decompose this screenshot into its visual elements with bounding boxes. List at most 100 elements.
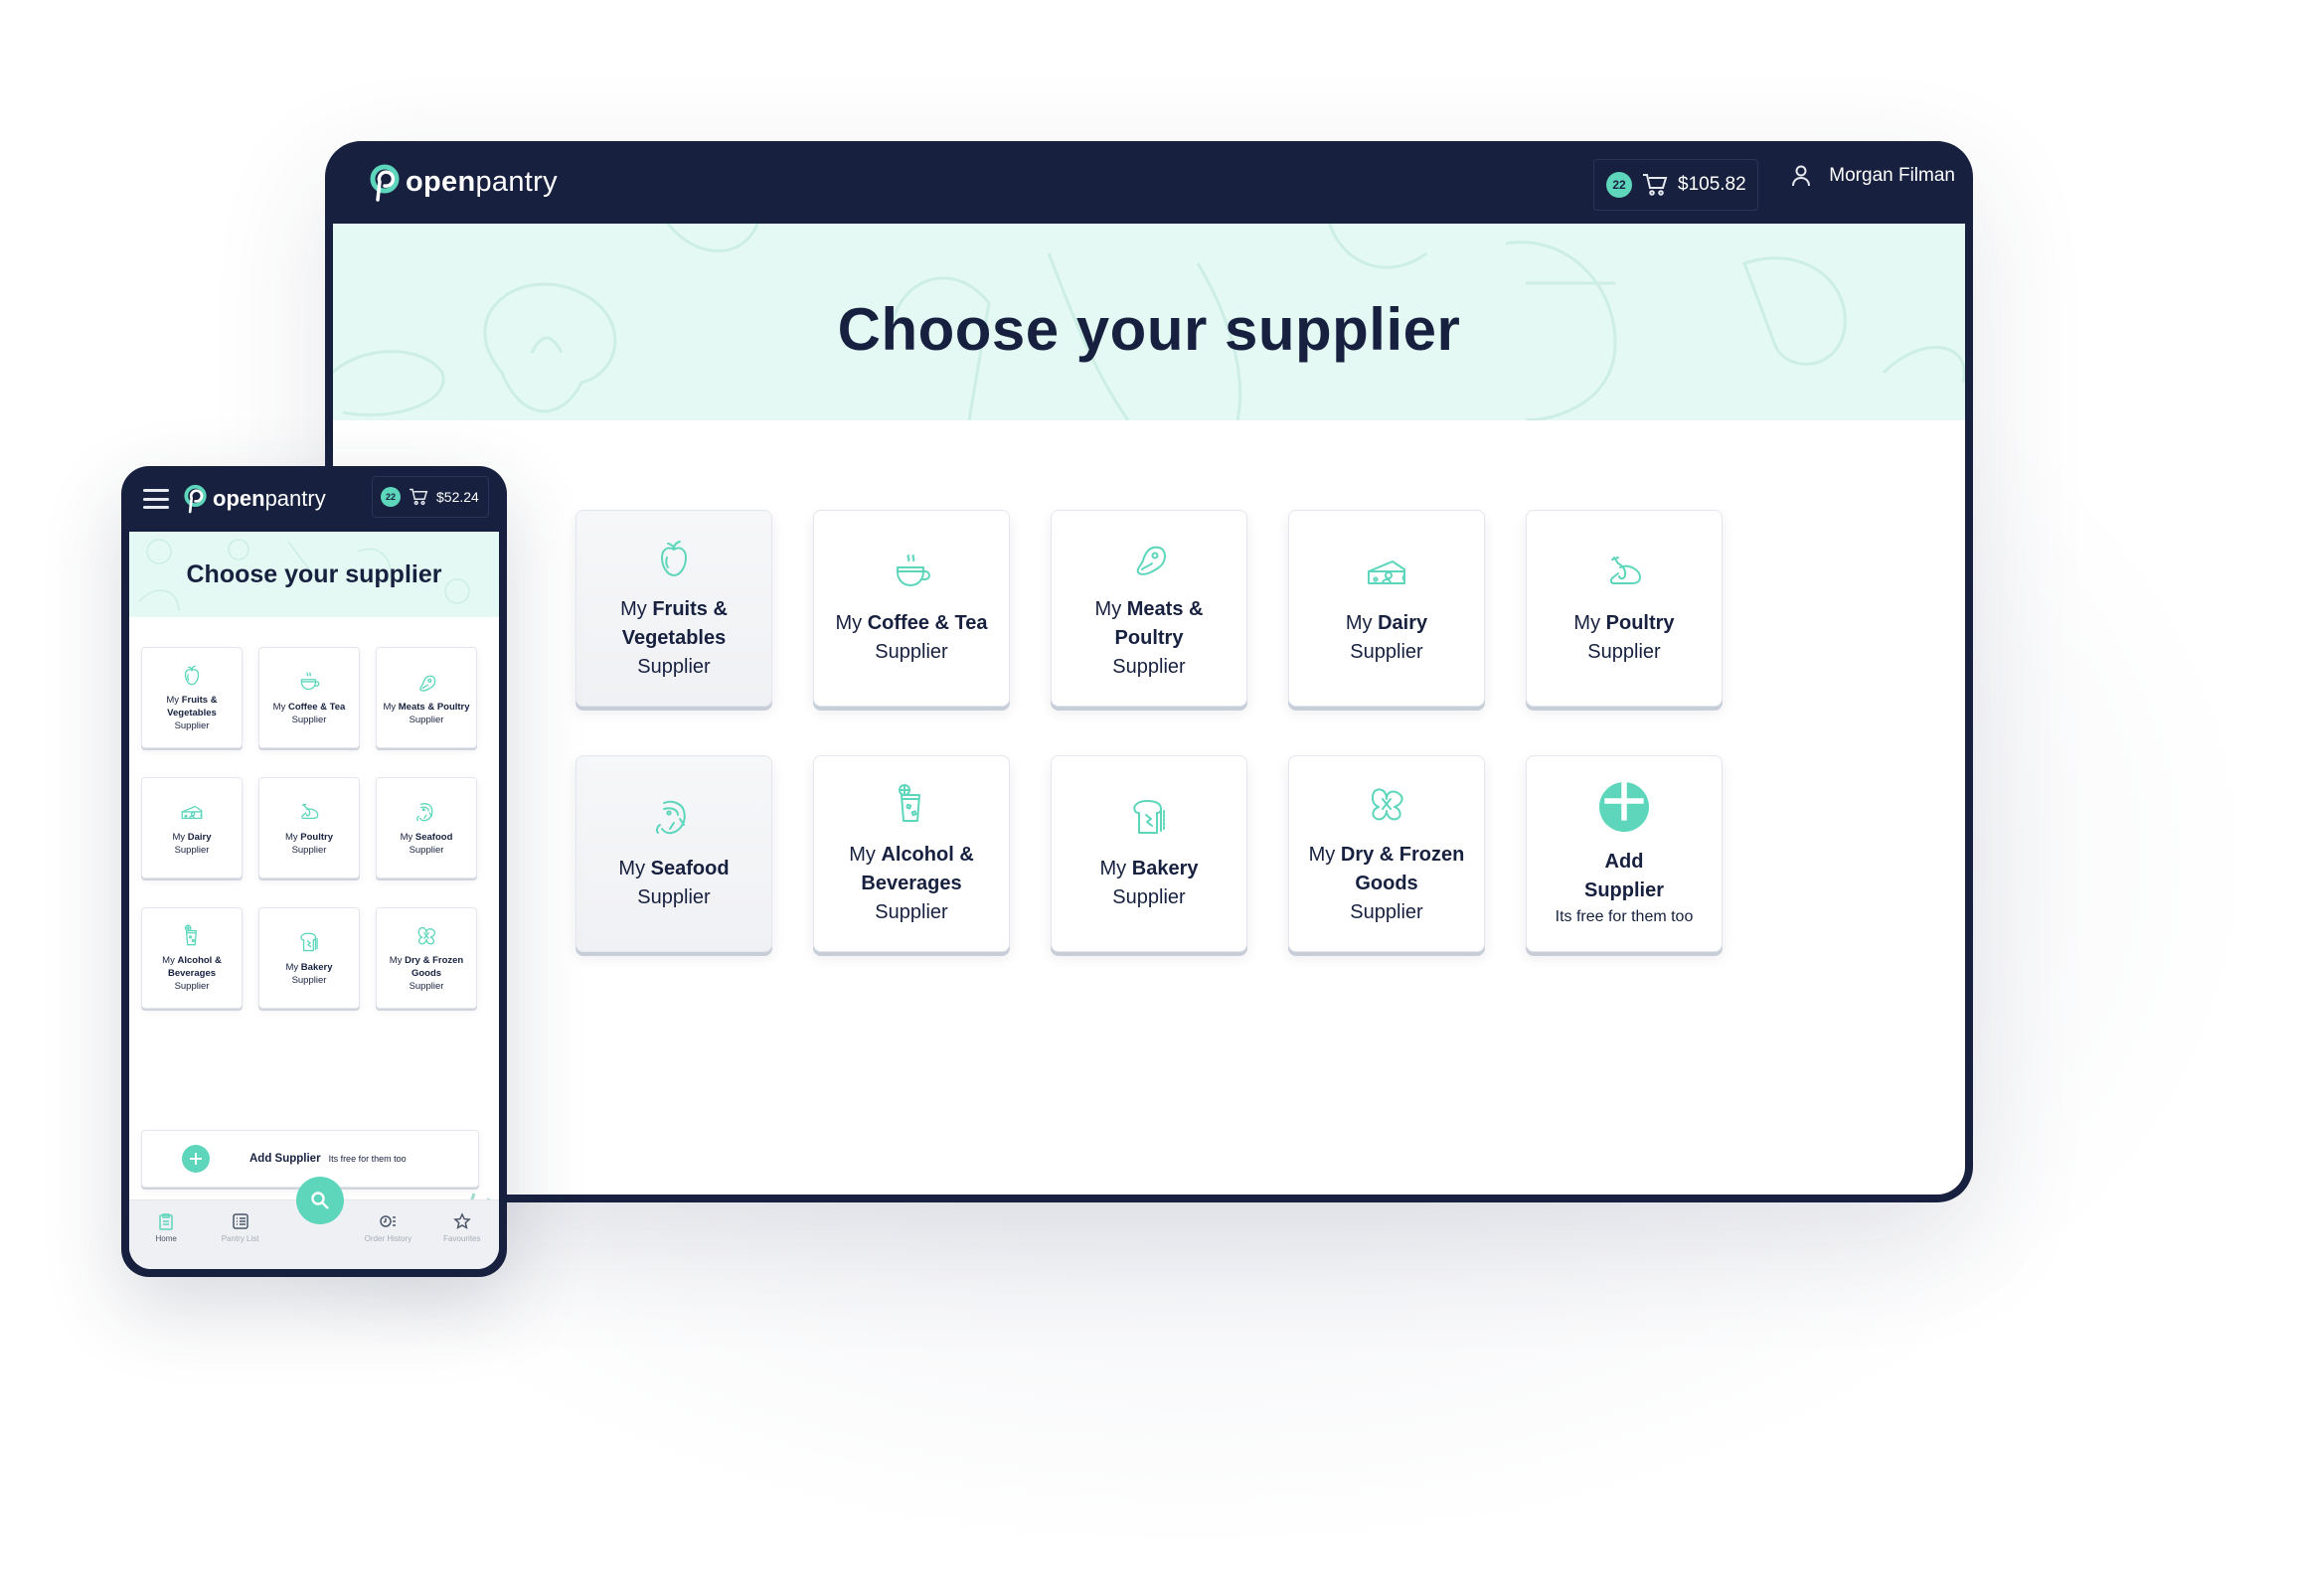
supplier-card[interactable]: My Alcohol & Beverages Supplier — [813, 755, 1010, 952]
chicken-icon — [1609, 557, 1641, 584]
supplier-suffix: Supplier — [174, 720, 210, 731]
supplier-label: My Meats & Poultry Supplier — [382, 701, 471, 726]
supplier-label: My Meats & Poultry Supplier — [1065, 595, 1233, 682]
supplier-suffix: Supplier — [174, 844, 210, 856]
supplier-card[interactable]: My Alcohol & Beverages Supplier — [141, 907, 243, 1009]
supplier-label: My Dairy Supplier — [1302, 609, 1471, 667]
supplier-card[interactable]: My Coffee & Tea Supplier — [258, 647, 360, 748]
supplier-category: Poultry — [300, 831, 334, 843]
tab-label: Home — [155, 1234, 177, 1243]
supplier-label: My Fruits & Vegetables Supplier — [147, 694, 237, 732]
tab-order-history[interactable]: Order History — [351, 1212, 424, 1243]
coffee-cup-icon — [300, 672, 320, 690]
supplier-suffix: Supplier — [637, 886, 711, 908]
mobile-top-bar: openpantry 22 $52.24 — [129, 466, 499, 532]
openpantry-logo-mobile[interactable]: openpantry — [181, 484, 326, 514]
shrimp-icon — [416, 802, 433, 821]
supplier-grid: My Fruits & Vegetables Supplier My Coffee … — [576, 510, 1723, 952]
plus-icon — [182, 1145, 210, 1173]
page-title-mobile: Choose your supplier — [186, 559, 442, 588]
supplier-card[interactable]: My Dairy Supplier — [141, 777, 243, 878]
add-supplier-button[interactable]: Add Supplier Its free for them too — [1526, 755, 1723, 952]
supplier-label: My Coffee & Tea Supplier — [264, 701, 354, 726]
supplier-card[interactable]: My Dry & Frozen Goods Supplier — [1288, 755, 1485, 952]
supplier-category: Alcohol & Beverages — [167, 955, 222, 979]
supplier-prefix: My — [835, 612, 863, 634]
supplier-label: My Fruits & Vegetables Supplier — [589, 595, 758, 682]
cart-total: $52.24 — [436, 489, 479, 505]
user-icon — [1792, 165, 1811, 187]
supplier-content: My Fruits & Vegetables Supplier My Coffee … — [333, 420, 1965, 1195]
tab-favourites[interactable]: Favourites — [425, 1212, 499, 1243]
star-icon — [452, 1212, 471, 1229]
supplier-card[interactable]: My Poultry Supplier — [1526, 510, 1723, 707]
bottom-tab-bar: Home Pantry List Order History Favourite — [129, 1177, 499, 1269]
supplier-suffix: Supplier — [875, 641, 948, 663]
supplier-card[interactable]: My Meats & Poultry Supplier — [376, 647, 477, 748]
supplier-card[interactable]: My Bakery Supplier — [258, 907, 360, 1009]
hamburger-menu-icon[interactable] — [143, 489, 169, 509]
supplier-suffix: Supplier — [1112, 886, 1186, 908]
supplier-card[interactable]: My Poultry Supplier — [258, 777, 360, 878]
supplier-label: My Bakery Supplier — [264, 961, 354, 987]
supplier-label: My Dry & Frozen Goods Supplier — [1302, 841, 1471, 927]
supplier-label: My Bakery Supplier — [1065, 855, 1233, 912]
bread-icon — [300, 932, 318, 951]
clipboard-icon — [159, 1213, 173, 1230]
search-icon — [311, 1192, 329, 1209]
supplier-category: Bakery — [300, 961, 333, 973]
cheese-icon — [1368, 560, 1405, 584]
openpantry-logo[interactable]: openpantry — [366, 164, 558, 202]
supplier-label: My Alcohol & Beverages Supplier — [147, 954, 237, 993]
tab-pantry-list[interactable]: Pantry List — [203, 1212, 276, 1243]
supplier-category: Dairy — [1378, 612, 1428, 634]
supplier-category: Coffee & Tea — [287, 701, 346, 713]
supplier-card[interactable]: My Seafood Supplier — [376, 777, 477, 878]
supplier-card[interactable]: My Fruits & Vegetables Supplier — [576, 510, 772, 707]
cart-button[interactable]: 22 $105.82 — [1593, 159, 1758, 211]
cart-count-badge: 22 — [1606, 172, 1632, 198]
supplier-card[interactable]: My Dairy Supplier — [1288, 510, 1485, 707]
supplier-prefix: My — [1094, 597, 1122, 620]
supplier-card[interactable]: My Dry & Frozen Goods Supplier — [376, 907, 477, 1009]
steak-icon — [419, 675, 436, 692]
user-menu[interactable]: Morgan Filman — [1791, 165, 1955, 187]
supplier-card[interactable]: My Seafood Supplier — [576, 755, 772, 952]
list-icon — [232, 1213, 248, 1229]
tab-label: Pantry List — [221, 1234, 259, 1243]
supplier-label: My Poultry Supplier — [1540, 609, 1709, 667]
hero-banner-mobile: Choose your supplier — [129, 532, 499, 617]
supplier-card[interactable]: My Bakery Supplier — [1051, 755, 1247, 952]
supplier-prefix: My — [1308, 843, 1336, 866]
plus-icon — [1599, 780, 1649, 832]
supplier-suffix: Supplier — [409, 981, 444, 992]
top-nav-bar: openpantry 22 $105.82 Morgan Filman — [333, 141, 1965, 224]
supplier-card[interactable]: My Fruits & Vegetables Supplier — [141, 647, 243, 748]
logo-mark-icon — [370, 164, 400, 202]
supplier-suffix: Supplier — [1587, 641, 1661, 663]
supplier-prefix: My — [1573, 612, 1601, 634]
pasta-icon — [1371, 787, 1403, 820]
drink-icon — [899, 783, 920, 822]
supplier-prefix: My — [162, 955, 175, 966]
cart-total: $105.82 — [1678, 174, 1746, 195]
shrimp-icon — [655, 800, 686, 835]
tab-home[interactable]: Home — [129, 1212, 203, 1243]
supplier-suffix: Supplier — [291, 714, 327, 725]
supplier-label: My Coffee & Tea Supplier — [827, 609, 996, 667]
steak-icon — [1136, 546, 1166, 575]
pasta-icon — [417, 926, 436, 945]
supplier-prefix: My — [1099, 858, 1127, 879]
supplier-card[interactable]: My Meats & Poultry Supplier — [1051, 510, 1247, 707]
bread-icon — [1133, 800, 1165, 834]
search-button[interactable] — [296, 1177, 344, 1224]
supplier-card[interactable]: My Coffee & Tea Supplier — [813, 510, 1010, 707]
cart-button-mobile[interactable]: 22 $52.24 — [372, 476, 489, 518]
supplier-category: Dry & Frozen Goods — [405, 955, 464, 979]
supplier-prefix: My — [285, 961, 299, 973]
supplier-category: Seafood — [650, 858, 730, 879]
supplier-label: My Poultry Supplier — [264, 831, 354, 857]
supplier-prefix: My — [618, 858, 646, 879]
supplier-prefix: My — [284, 831, 298, 843]
supplier-category: Dry & Frozen Goods — [1340, 843, 1465, 894]
